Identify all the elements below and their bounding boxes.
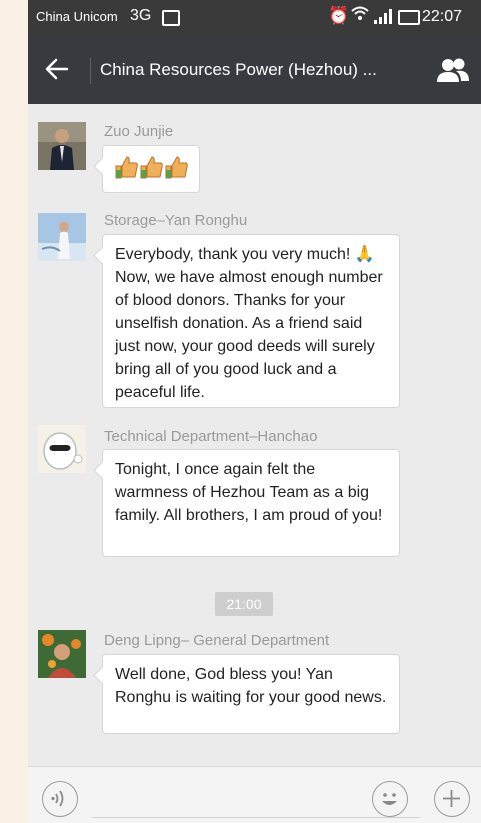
battery-icon <box>398 10 420 25</box>
input-bar <box>28 766 481 823</box>
chat-timestamp: 21:00 <box>215 592 273 616</box>
plus-icon <box>443 790 460 807</box>
status-bar: China Unicom 3G ⏰ 22:07 <box>28 0 481 36</box>
voice-icon <box>51 790 64 807</box>
message-text: Everybody, thank you very much! 🙏 Now, w… <box>115 246 383 401</box>
message-text: Tonight, I once again felt the warmness … <box>115 461 383 524</box>
alarm-icon: ⏰ <box>328 6 350 25</box>
avatar[interactable] <box>38 425 86 473</box>
phone-screen: China Unicom 3G ⏰ 22:07 China Resources … <box>28 0 481 823</box>
thumbs-up-emoji-icon <box>113 156 191 184</box>
message-bubble[interactable]: Tonight, I once again felt the warmness … <box>102 449 400 557</box>
sender-name: Technical Department–Hanchao <box>104 428 318 445</box>
image-notification-icon <box>162 10 180 26</box>
sender-name: Zuo Junjie <box>104 123 174 140</box>
group-members-icon[interactable] <box>436 56 470 84</box>
network-type: 3G <box>130 7 152 24</box>
signal-icon <box>374 8 396 27</box>
voice-input-button[interactable] <box>42 781 78 817</box>
message-input[interactable] <box>92 817 420 818</box>
carrier-name: China Unicom <box>36 9 118 24</box>
back-arrow-icon[interactable] <box>42 54 72 84</box>
more-options-button[interactable] <box>434 781 470 817</box>
sender-name: Storage–Yan Ronghu <box>104 212 248 229</box>
message-text: Well done, God bless you! Yan Ronghu is … <box>115 666 387 706</box>
avatar[interactable] <box>38 630 86 678</box>
avatar[interactable] <box>38 213 86 261</box>
chat-title: China Resources Power (Hezhou) ... <box>100 60 377 79</box>
message-bubble[interactable]: Well done, God bless you! Yan Ronghu is … <box>102 654 400 734</box>
message-bubble[interactable]: Everybody, thank you very much! 🙏 Now, w… <box>102 234 400 408</box>
sender-name: Deng Lipng– General Department <box>104 632 330 649</box>
header-divider <box>90 58 91 84</box>
message-bubble[interactable] <box>102 145 200 193</box>
status-time: 22:07 <box>422 8 463 25</box>
avatar[interactable] <box>38 122 86 170</box>
wifi-icon <box>351 5 369 26</box>
smiley-icon <box>382 793 397 805</box>
chat-header: China Resources Power (Hezhou) ... <box>28 36 481 104</box>
emoji-button[interactable] <box>372 781 408 817</box>
